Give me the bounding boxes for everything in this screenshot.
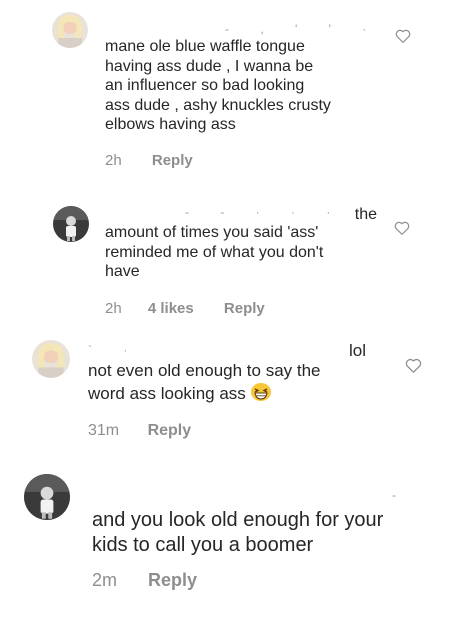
comment-line: lol: [348, 341, 366, 360]
comment-line: have: [105, 263, 140, 281]
reply-button[interactable]: Reply: [224, 300, 265, 317]
reply-button[interactable]: Reply: [148, 422, 192, 439]
comment-first-line: - - · · · the: [105, 205, 377, 223]
avatar[interactable]: [32, 340, 70, 378]
comment-line: having ass dude , I wanna be: [105, 57, 314, 75]
reply-button[interactable]: Reply: [152, 152, 193, 169]
comment-line-with-emoji: word ass looking ass: [88, 382, 366, 408]
comment-3: ` · lol not even old enough to say the w…: [0, 330, 474, 460]
timestamp: 2h: [105, 152, 122, 169]
redacted-username: ` ·: [88, 343, 142, 357]
comment-line: amount of times you said 'ass': [105, 224, 319, 241]
redacted-username: - , ' ' ·: [225, 22, 381, 36]
comment-meta: 2h 4 likes Reply: [105, 300, 291, 317]
comment-line: mane ole blue waffle tongue: [105, 38, 305, 55]
comment-4: - and you look old enough for your kids …: [0, 460, 474, 620]
comment-line: reminded me of what you don't: [105, 243, 324, 261]
comment-line: word ass looking ass: [88, 383, 246, 403]
comment-text: - and you look old enough for your kids …: [92, 488, 396, 558]
timestamp: 31m: [88, 422, 120, 439]
comment-line: the: [354, 206, 377, 223]
comment-first-line: ` · lol: [88, 341, 366, 361]
avatar[interactable]: [52, 12, 88, 48]
redacted-username: -: [392, 488, 410, 502]
comment-text: - - · · · the amount of times you said '…: [105, 205, 377, 282]
comment-meta: 31m Reply: [88, 422, 217, 440]
comment-line: ass dude , ashy knuckles crusty: [105, 96, 331, 114]
heart-outline-icon[interactable]: [394, 27, 412, 45]
heart-outline-icon[interactable]: [393, 219, 411, 237]
comment-meta: 2h Reply: [105, 152, 219, 169]
redacted-username: - - · · ·: [185, 205, 345, 219]
comment-meta: 2m Reply: [92, 570, 223, 591]
comment-1: - , ' ' · mane ole blue waffle tongue ha…: [0, 0, 474, 190]
avatar[interactable]: [53, 206, 89, 242]
avatar[interactable]: [24, 474, 70, 520]
comment-text: ` · lol not even old enough to say the w…: [88, 341, 366, 407]
likes-count[interactable]: 4 likes: [148, 300, 194, 317]
comment-text: - , ' ' · mane ole blue waffle tongue ha…: [105, 22, 366, 135]
grinning-squinting-face-icon: [250, 382, 272, 408]
comment-line: kids to call you a boomer: [92, 534, 314, 556]
comment-line: not even old enough to say the: [88, 361, 321, 380]
heart-outline-icon[interactable]: [404, 356, 423, 375]
timestamp: 2m: [92, 570, 118, 590]
comment-2: - - · · · the amount of times you said '…: [0, 190, 474, 330]
comment-line: an influencer so bad looking: [105, 77, 305, 95]
comment-line: elbows having ass: [105, 116, 236, 134]
reply-button[interactable]: Reply: [148, 570, 197, 590]
comment-line: and you look old enough for your: [92, 509, 384, 531]
timestamp: 2h: [105, 300, 122, 317]
